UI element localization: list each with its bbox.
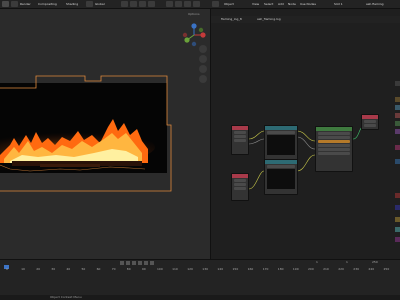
mapping-node[interactable]	[231, 173, 249, 201]
options-icon[interactable]	[395, 113, 400, 118]
timeline-tick-label: 130	[202, 267, 209, 271]
overlays-icon[interactable]	[175, 1, 182, 7]
menu-render[interactable]: Render	[20, 1, 31, 7]
timeline-tick-label: 10	[21, 267, 25, 271]
timeline-tick-label: 230	[353, 267, 360, 271]
slot-dropdown[interactable]: Slot 1	[334, 1, 343, 7]
timeline-tick-label: 60	[96, 267, 101, 271]
timeline-tick-label: 110	[172, 267, 178, 271]
playback-controls: 1 1 250	[0, 260, 400, 266]
prev-keyframe-icon[interactable]	[126, 261, 130, 265]
viewport-global[interactable]: Global	[95, 1, 105, 7]
visibility-icon[interactable]	[166, 1, 173, 7]
timeline-tick-label: 0	[6, 267, 8, 271]
world-icon[interactable]	[395, 237, 400, 242]
node-editor-type-icon[interactable]	[212, 1, 219, 7]
proportional-edit-icon[interactable]	[139, 1, 146, 7]
material-icon[interactable]	[395, 145, 400, 150]
play-reverse-icon[interactable]	[132, 261, 136, 265]
status-hint: Object Context Menu	[50, 295, 82, 299]
ne-menu-node[interactable]: Node	[288, 1, 296, 7]
ne-object-dropdown[interactable]: Object	[224, 1, 234, 7]
3d-viewport[interactable]: Options	[0, 9, 210, 259]
material-output-node[interactable]	[361, 114, 379, 130]
physics-icon[interactable]	[395, 217, 400, 222]
blender-logo-icon[interactable]	[2, 1, 9, 7]
timeline-tick-label: 30	[51, 267, 56, 271]
particles-icon[interactable]	[395, 227, 400, 232]
tool-icon[interactable]	[395, 81, 400, 86]
timeline-tick-label: 240	[368, 267, 375, 271]
principled-bsdf-node[interactable]	[315, 126, 353, 172]
timeline-tick-label: 50	[81, 267, 86, 271]
timeline-tick-label: 200	[308, 267, 314, 271]
ne-menu-view[interactable]: View	[252, 1, 259, 7]
timeline-tick-label: 20	[36, 267, 41, 271]
ne-menu-add[interactable]: Add	[278, 1, 284, 7]
timeline-tick-label: 190	[292, 267, 299, 271]
play-icon[interactable]	[138, 261, 142, 265]
start-frame-field[interactable]: 1	[346, 260, 348, 264]
top-header-bar: Render Compositing Shading Global Object…	[0, 0, 400, 9]
node-icon[interactable]	[395, 105, 400, 110]
image-texture-node-2[interactable]	[264, 159, 298, 195]
status-bar: Object Context Menu	[0, 295, 400, 300]
texture-icon[interactable]	[395, 159, 400, 164]
item-icon[interactable]	[395, 129, 400, 134]
timeline-tick-label: 70	[111, 267, 116, 271]
mode-icon[interactable]	[86, 1, 93, 7]
timeline-tick-label: 140	[217, 267, 224, 271]
constraint-icon[interactable]	[395, 193, 400, 198]
end-frame-field[interactable]: 250	[372, 260, 378, 264]
group-icon[interactable]	[395, 121, 400, 126]
use-nodes-checkbox[interactable]: Use Nodes	[300, 1, 316, 7]
jump-start-icon[interactable]	[120, 261, 124, 265]
timeline-tick-label: 150	[232, 267, 239, 271]
current-frame-field[interactable]: 1	[316, 260, 318, 264]
timeline-tick-label: 220	[338, 267, 344, 271]
view-icon[interactable]	[395, 97, 400, 102]
snap-icon[interactable]	[130, 1, 137, 7]
timeline[interactable]: 1 1 250 0 10 20 30 40 50 60 70 80 90 100 110 120 130 1…	[0, 259, 400, 295]
timeline-tick-label: 180	[277, 267, 284, 271]
jump-end-icon[interactable]	[150, 261, 154, 265]
timeline-tick-label: 210	[323, 267, 329, 271]
xray-icon[interactable]	[184, 1, 191, 7]
shading-mode-icon[interactable]	[193, 1, 200, 7]
timeline-tick-label: 120	[187, 267, 193, 271]
editor-type-icon[interactable]	[11, 1, 18, 7]
timeline-tick-label: 100	[157, 267, 163, 271]
texture-coordinate-node[interactable]	[231, 125, 249, 155]
timeline-tick-label: 170	[262, 267, 269, 271]
data-icon[interactable]	[395, 205, 400, 210]
shader-node-editor[interactable]: flaming_log_8 ash_flaming.log	[210, 9, 400, 259]
material-dropdown[interactable]: ash.flaming	[366, 1, 384, 7]
menu-compositing[interactable]: Compositing	[38, 1, 57, 7]
falloff-icon[interactable]	[148, 1, 155, 7]
timeline-tick-label: 250	[383, 267, 390, 271]
menu-shading[interactable]: Shading	[66, 1, 78, 7]
ne-menu-select[interactable]: Select	[264, 1, 273, 7]
timeline-tick-label: 160	[247, 267, 254, 271]
timeline-tick-label: 80	[126, 267, 131, 271]
selected-object-outline	[0, 75, 172, 192]
next-keyframe-icon[interactable]	[144, 261, 148, 265]
timeline-tick-label: 90	[141, 267, 146, 271]
image-texture-node-1[interactable]	[264, 125, 298, 161]
timeline-tick-label: 40	[66, 267, 71, 271]
pivot-icon[interactable]	[121, 1, 128, 7]
